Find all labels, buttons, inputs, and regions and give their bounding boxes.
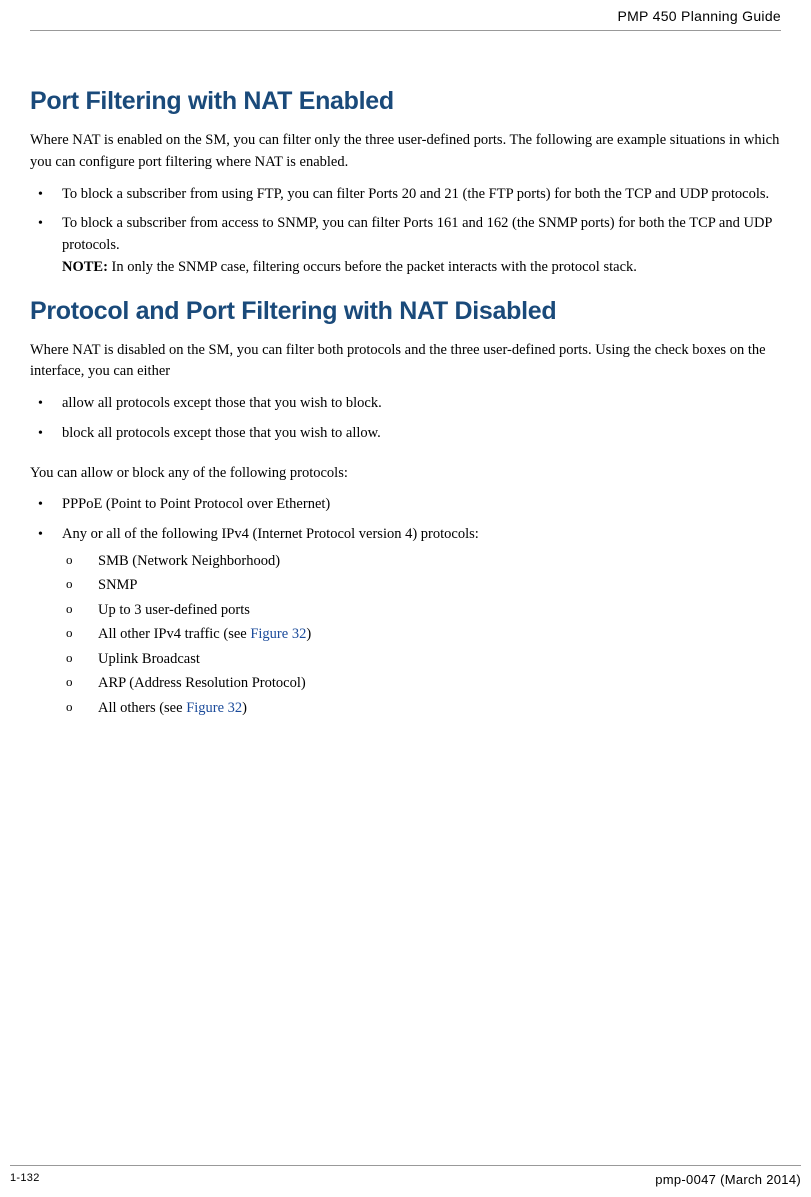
section2-heading: Protocol and Port Filtering with NAT Dis…	[30, 297, 781, 326]
sub-list: SMB (Network Neighborhood) SNMP Up to 3 …	[62, 550, 781, 719]
page-header: PMP 450 Planning Guide	[30, 0, 781, 31]
list-item-text: Any or all of the following IPv4 (Intern…	[62, 526, 479, 542]
list-item-text: To block a subscriber from access to SNM…	[62, 215, 772, 253]
header-title: PMP 450 Planning Guide	[617, 8, 781, 24]
list-item: block all protocols except those that yo…	[30, 423, 781, 445]
sub-item-pre: All others (see	[98, 700, 186, 716]
sub-list-item: All other IPv4 traffic (see Figure 32)	[62, 623, 781, 645]
list-item: PPPoE (Point to Point Protocol over Ethe…	[30, 494, 781, 516]
section2-para2: You can allow or block any of the follow…	[30, 463, 781, 485]
sub-list-item: Uplink Broadcast	[62, 648, 781, 670]
sub-list-item: SMB (Network Neighborhood)	[62, 550, 781, 572]
section2-list1: allow all protocols except those that yo…	[30, 393, 781, 445]
note-text: In only the SNMP case, filtering occurs …	[108, 259, 637, 275]
figure-link[interactable]: Figure 32	[250, 626, 306, 642]
list-item: To block a subscriber from using FTP, yo…	[30, 184, 781, 206]
sub-list-item: All others (see Figure 32)	[62, 697, 781, 719]
sub-list-item: SNMP	[62, 574, 781, 596]
section2-list2: PPPoE (Point to Point Protocol over Ethe…	[30, 494, 781, 719]
list-item: To block a subscriber from access to SNM…	[30, 213, 781, 278]
list-item: allow all protocols except those that yo…	[30, 393, 781, 415]
list-item: Any or all of the following IPv4 (Intern…	[30, 524, 781, 719]
page-number: 1-132	[10, 1172, 40, 1187]
content-area: Port Filtering with NAT Enabled Where NA…	[30, 31, 781, 719]
note-label: NOTE:	[62, 259, 108, 275]
doc-id: pmp-0047 (March 2014)	[655, 1172, 801, 1187]
sub-item-post: )	[242, 700, 247, 716]
section1-list: To block a subscriber from using FTP, yo…	[30, 184, 781, 279]
sub-list-item: ARP (Address Resolution Protocol)	[62, 672, 781, 694]
section2-intro: Where NAT is disabled on the SM, you can…	[30, 340, 781, 384]
sub-list-item: Up to 3 user-defined ports	[62, 599, 781, 621]
sub-item-post: )	[306, 626, 311, 642]
page-footer: 1-132 pmp-0047 (March 2014)	[10, 1165, 801, 1187]
section1-heading: Port Filtering with NAT Enabled	[30, 87, 781, 116]
section1-intro: Where NAT is enabled on the SM, you can …	[30, 130, 781, 174]
sub-item-pre: All other IPv4 traffic (see	[98, 626, 250, 642]
figure-link[interactable]: Figure 32	[186, 700, 242, 716]
